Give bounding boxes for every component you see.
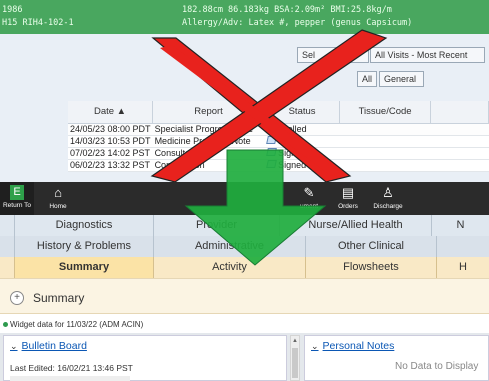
tab-spacer — [436, 236, 489, 257]
tab-administrative[interactable]: Administrative — [153, 236, 305, 257]
document-icon — [265, 160, 277, 168]
tab-other-clinical[interactable]: Other Clinical — [305, 236, 436, 257]
tab-activity[interactable]: Activity — [153, 257, 305, 278]
tab-more-row3[interactable]: H — [436, 257, 489, 278]
all-visits-dropdown[interactable]: All Visits - Most Recent — [370, 47, 485, 63]
row-date: 24/05/23 08:00 PDT — [68, 123, 153, 136]
chevron-down-icon[interactable]: ⌄ — [10, 341, 18, 351]
table-row[interactable]: 24/05/23 08:00 PDT Specialist Progress N… — [68, 123, 489, 136]
bulletin-content-preview — [10, 376, 130, 381]
patient-birth-year: 1986 — [2, 5, 23, 15]
document-icon — [265, 136, 277, 144]
row-report: Consultation — [152, 159, 265, 172]
column-header-report[interactable]: Report — [152, 101, 266, 124]
column-header-tissue[interactable]: Tissue/Code — [339, 101, 432, 124]
filter-all-button[interactable]: All — [357, 71, 377, 87]
status-dot-icon — [3, 322, 8, 328]
discharge-icon: ♙ — [382, 185, 394, 200]
discharge-button[interactable]: ♙ Discharge — [368, 182, 408, 215]
orders-label: Orders — [338, 203, 358, 210]
row-tissue — [339, 159, 431, 172]
row-status: Draft — [264, 135, 340, 148]
personal-notes-panel: ⌄ Personal Notes No Data to Display — [304, 335, 489, 381]
patient-allergies: Allergy/Adv: Latex #, pepper (genus Caps… — [182, 18, 413, 28]
column-header-extra — [430, 101, 489, 124]
patient-measurements: 182.88cm 86.183kg BSA:2.09m² BMI:25.8kg/… — [182, 5, 392, 15]
return-to-button[interactable]: E Return To — [0, 182, 34, 215]
tab-flowsheets[interactable]: Flowsheets — [305, 257, 436, 278]
chevron-down-icon[interactable]: ⌄ — [311, 341, 319, 351]
patient-banner: 1986 H15 RIH4-102-1 182.88cm 86.183kg BS… — [0, 0, 489, 34]
return-to-label: Return To — [2, 202, 32, 209]
tab-nurse-allied-health[interactable]: Nurse/Allied Health — [279, 215, 431, 236]
column-header-date[interactable]: Date ▲ — [68, 101, 154, 124]
documents-panel: Sel All Visits - Most Recent All General… — [0, 34, 489, 182]
document-icon: ✎ — [303, 185, 315, 200]
personal-notes-link[interactable]: ⌄ Personal Notes — [311, 340, 394, 352]
discharge-label: Discharge — [373, 203, 403, 210]
tab-provider[interactable]: Provider — [153, 215, 279, 236]
summary-header: + Summary — [0, 278, 489, 314]
tab-summary[interactable]: Summary — [14, 257, 153, 278]
document-icon — [265, 148, 277, 156]
filter-general-button[interactable]: General — [379, 71, 424, 87]
tab-row-3: Summary Activity Flowsheets H — [0, 257, 489, 278]
tab-row-1: Diagnostics Provider Nurse/Allied Health… — [0, 215, 489, 236]
patient-location: H15 RIH4-102-1 — [2, 18, 74, 28]
tab-more-row1[interactable]: N — [431, 215, 489, 236]
expand-icon[interactable]: + — [10, 291, 24, 305]
row-date: 14/03/23 10:53 PDT — [68, 135, 153, 148]
bulletin-board-panel: ⌄ Bulletin Board Last Edited: 16/02/21 13… — [3, 335, 287, 381]
row-tissue — [339, 147, 431, 160]
scroll-up-icon[interactable]: ▲ — [292, 338, 298, 344]
summary-title: Summary — [33, 291, 85, 305]
vertical-scrollbar[interactable]: ▲ — [290, 335, 300, 381]
table-row[interactable]: 06/02/23 13:32 PST Consultation Signed — [68, 159, 489, 172]
tab-diagnostics[interactable]: Diagnostics — [14, 215, 153, 236]
bulletin-last-edited: Last Edited: 16/02/21 13:46 PST — [10, 363, 133, 373]
no-data-message: No Data to Display — [395, 361, 479, 372]
orders-button[interactable]: ▤ Orders — [334, 182, 362, 215]
document-label: ument — [299, 203, 319, 210]
row-status: Signed — [264, 147, 340, 160]
orders-icon: ▤ — [341, 185, 355, 200]
scroll-thumb[interactable] — [292, 348, 298, 378]
bulletin-board-link[interactable]: ⌄ Bulletin Board — [10, 340, 87, 352]
return-to-icon: E — [10, 185, 24, 200]
document-button[interactable]: ✎ ument — [291, 182, 327, 215]
widget-panels: ⌄ Bulletin Board Last Edited: 16/02/21 13… — [0, 333, 489, 381]
row-date: 07/02/23 14:02 PST — [68, 147, 153, 160]
table-row[interactable]: 07/02/23 14:02 PST Consultation Signed — [68, 147, 489, 160]
widget-data-info: Widget data for 11/03/22 (ADM ACIN) — [3, 320, 143, 329]
home-label: Home — [49, 203, 67, 210]
home-button[interactable]: ⌂ Home — [43, 182, 73, 215]
tab-row-2: History & Problems Administrative Other … — [0, 236, 489, 257]
main-toolbar: E Return To ⌂ Home ✎ ument ▤ Orders ♙ Di… — [0, 182, 489, 215]
documents-table: Date ▲ Report Status Tissue/Code 24/05/2… — [68, 101, 489, 172]
table-row[interactable]: 14/03/23 10:53 PDT Medicine Progress Not… — [68, 135, 489, 148]
row-report: Specialist Progress Note — [152, 123, 265, 136]
row-tissue — [339, 135, 431, 148]
home-icon: ⌂ — [54, 185, 62, 200]
column-header-status[interactable]: Status — [264, 101, 341, 124]
selected-visit-button[interactable]: Sel — [297, 47, 369, 63]
row-status: Cancelled — [264, 123, 340, 136]
row-report: Consultation — [152, 147, 265, 160]
row-date: 06/02/23 13:32 PST — [68, 159, 153, 172]
row-status: Signed — [264, 159, 340, 172]
row-tissue — [339, 123, 431, 136]
tab-history-problems[interactable]: History & Problems — [14, 236, 153, 257]
row-report: Medicine Progress Note — [152, 135, 265, 148]
